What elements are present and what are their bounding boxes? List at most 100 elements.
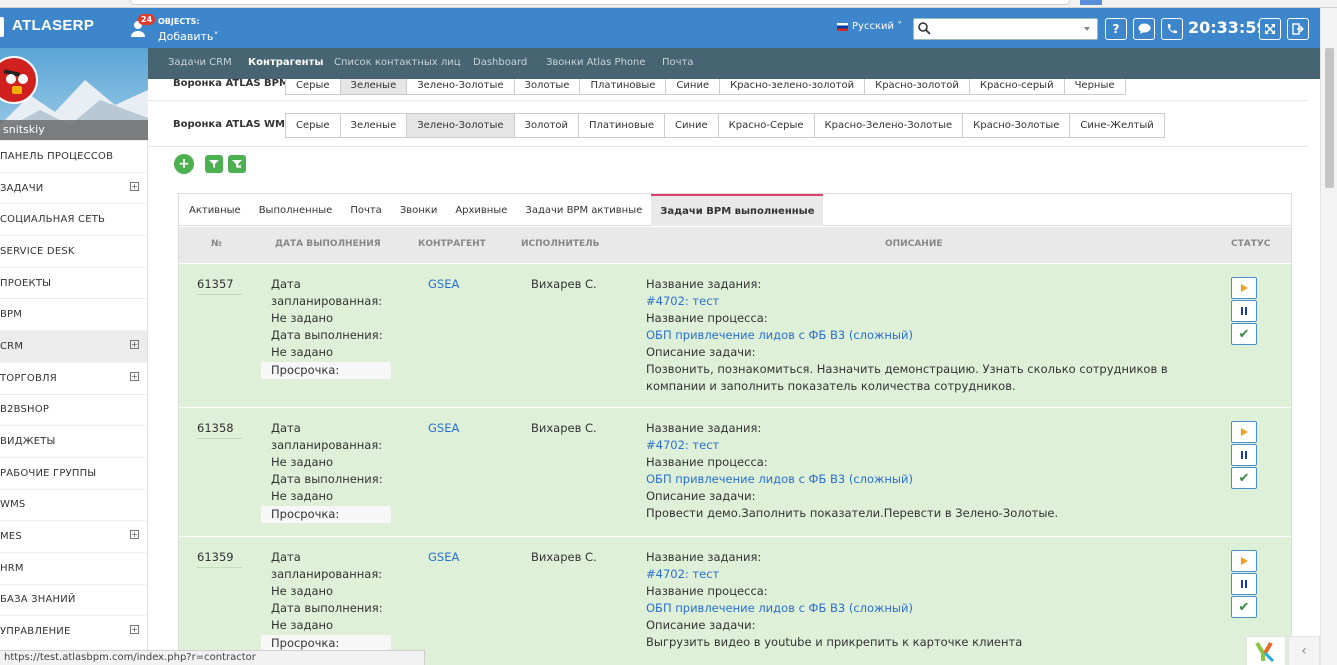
fullscreen-button[interactable]: [1259, 18, 1281, 40]
expand-icon[interactable]: +: [130, 340, 139, 350]
start-button[interactable]: [1231, 550, 1257, 572]
sidebar-item-projects[interactable]: ПРОЕКТЫ: [0, 266, 147, 299]
column-header-number[interactable]: №: [211, 239, 222, 249]
sidebar-item-crm[interactable]: CRM +: [0, 330, 147, 362]
complete-button[interactable]: ✔: [1231, 323, 1257, 345]
add-button[interactable]: +: [174, 154, 194, 174]
tab-calls[interactable]: Звонки: [391, 194, 447, 226]
page-scrollbar[interactable]: [1320, 8, 1337, 665]
funnel-tab[interactable]: Синие: [663, 113, 719, 138]
sidebar-item-management[interactable]: УПРАВЛЕНИЕ +: [0, 615, 147, 647]
sidebar-item-hrm[interactable]: HRM: [0, 551, 147, 584]
tab-completed[interactable]: Выполненные: [250, 194, 342, 226]
process-link[interactable]: ОБП привлечение лидов с ФБ В3 (сложный): [646, 471, 1186, 488]
pause-button[interactable]: [1231, 573, 1257, 595]
expand-icon[interactable]: +: [130, 530, 139, 540]
funnel-tab[interactable]: Платиновые: [578, 113, 665, 138]
tab-active[interactable]: Активные: [180, 194, 250, 226]
complete-button[interactable]: ✔: [1231, 596, 1257, 618]
contractor-link[interactable]: GSEA: [428, 276, 459, 293]
sidebar-item-process-panel[interactable]: ПАНЕЛЬ ПРОЦЕССОВ: [0, 140, 147, 172]
column-header-description[interactable]: ОПИСАНИЕ: [885, 239, 943, 249]
funnel-tab[interactable]: Золотой: [513, 113, 580, 138]
funnel-tab[interactable]: Красно-Зелено-Золотые: [813, 113, 964, 138]
app-logo[interactable]: ATLASERP: [0, 17, 94, 37]
chat-button[interactable]: [1133, 18, 1155, 40]
funnel-tab[interactable]: Красно-зелено-золотой: [719, 79, 866, 95]
sidebar-item-wms[interactable]: WMS: [0, 488, 147, 521]
sidebar-item-bpm[interactable]: BPM: [0, 298, 147, 330]
task-name-link[interactable]: #4702: тест: [646, 293, 1186, 310]
funnel-tab[interactable]: Красно-золотой: [864, 79, 970, 95]
yii-debug-icon[interactable]: [1246, 636, 1286, 665]
tab-mail[interactable]: Почта: [341, 194, 391, 226]
column-header-executor[interactable]: ИСПОЛНИТЕЛЬ: [521, 239, 599, 249]
funnel-tab[interactable]: Платиновые: [579, 79, 667, 95]
scrollbar-thumb[interactable]: [1325, 48, 1334, 188]
subnav-mail[interactable]: Почта: [662, 57, 694, 68]
subnav-atlas-phone[interactable]: Звонки Atlas Phone: [546, 57, 646, 68]
filter-clear-button[interactable]: [228, 155, 246, 173]
help-button[interactable]: ?: [1105, 18, 1127, 40]
sidebar-item-social[interactable]: СОЦИАЛЬНАЯ СЕТЬ: [0, 203, 147, 235]
subnav-contractors[interactable]: Контрагенты: [248, 57, 323, 68]
expand-icon[interactable]: +: [130, 625, 139, 635]
browser-tab[interactable]: [130, 0, 1070, 5]
column-header-date[interactable]: ДАТА ВЫПОЛНЕНИЯ: [275, 239, 381, 249]
collapse-toolbar-button[interactable]: ‹: [1288, 636, 1320, 665]
phone-button[interactable]: [1161, 18, 1183, 40]
filter-button[interactable]: [205, 155, 223, 173]
sidebar-item-service-desk[interactable]: SERVICE DESK: [0, 235, 147, 267]
funnel-tab[interactable]: Красно-Серые: [717, 113, 815, 138]
process-link[interactable]: ОБП привлечение лидов с ФБ В3 (сложный): [646, 600, 1186, 617]
chevron-down-icon[interactable]: [1084, 27, 1090, 31]
subnav-crm-tasks[interactable]: Задачи CRM: [168, 57, 232, 68]
logout-button[interactable]: [1287, 18, 1309, 40]
subnav-dashboard[interactable]: Dashboard: [473, 57, 527, 68]
tab-bpm-completed[interactable]: Задачи BPM выполненные: [651, 194, 824, 226]
complete-button[interactable]: ✔: [1231, 467, 1257, 489]
expand-icon[interactable]: +: [130, 371, 139, 381]
search-input[interactable]: [934, 19, 1084, 39]
pause-button[interactable]: [1231, 444, 1257, 466]
subnav-contacts[interactable]: Список контактных лиц: [334, 57, 461, 68]
tab-bpm-active[interactable]: Задачи BPM активные: [516, 194, 651, 226]
start-button[interactable]: [1231, 421, 1257, 443]
funnel-tab[interactable]: Серые: [285, 113, 341, 138]
global-search[interactable]: [913, 18, 1098, 40]
funnel-tab[interactable]: Золотые: [513, 79, 581, 95]
funnel-tab[interactable]: Красно-Золотые: [962, 113, 1071, 138]
expand-icon[interactable]: +: [130, 181, 139, 191]
column-header-status[interactable]: СТАТУС: [1231, 239, 1270, 249]
contractor-link[interactable]: GSEA: [428, 549, 459, 566]
funnel-tab[interactable]: Зелено-Золотые: [406, 113, 515, 138]
sidebar-item-mes[interactable]: MES +: [0, 520, 147, 552]
funnel-tab[interactable]: Зелено-Золотые: [406, 79, 515, 95]
funnel-tab[interactable]: Серые: [285, 79, 341, 95]
sidebar-item-tasks[interactable]: ЗАДАЧИ +: [0, 171, 147, 204]
task-name-link[interactable]: #4702: тест: [646, 566, 1186, 583]
column-header-contractor[interactable]: КОНТРАГЕНТ: [418, 239, 486, 249]
funnel-tab[interactable]: Черные: [1063, 79, 1126, 95]
sidebar-item-workgroups[interactable]: РАБОЧИЕ ГРУППЫ: [0, 456, 147, 489]
pause-button[interactable]: [1231, 300, 1257, 322]
funnel-tab[interactable]: Сине-Желтый: [1069, 113, 1165, 138]
sidebar-item-trade[interactable]: ТОРГОВЛЯ +: [0, 361, 147, 394]
add-dropdown[interactable]: Добавить˅: [158, 30, 219, 43]
notification-badge[interactable]: 24: [138, 14, 156, 25]
profile-header[interactable]: snitskiy: [0, 48, 148, 140]
contractor-link[interactable]: GSEA: [428, 420, 459, 437]
sidebar-item-b2bshop[interactable]: B2BSHOP: [0, 393, 147, 426]
browser-extension-icon[interactable]: [1080, 0, 1102, 5]
tab-archived[interactable]: Архивные: [446, 194, 516, 226]
sidebar-item-widgets[interactable]: ВИДЖЕТЫ: [0, 425, 147, 457]
task-name-link[interactable]: #4702: тест: [646, 437, 1186, 454]
process-link[interactable]: ОБП привлечение лидов с ФБ В3 (сложный): [646, 327, 1186, 344]
funnel-tab[interactable]: Зеленые: [339, 79, 408, 95]
funnel-tab[interactable]: Зеленые: [339, 113, 408, 138]
funnel-tab[interactable]: Синие: [665, 79, 721, 95]
sidebar-item-knowledge-base[interactable]: БАЗА ЗНАНИЙ: [0, 583, 147, 616]
language-select[interactable]: Русский ˅: [837, 21, 902, 32]
start-button[interactable]: [1231, 277, 1257, 299]
funnel-tab[interactable]: Красно-серый: [968, 79, 1065, 95]
